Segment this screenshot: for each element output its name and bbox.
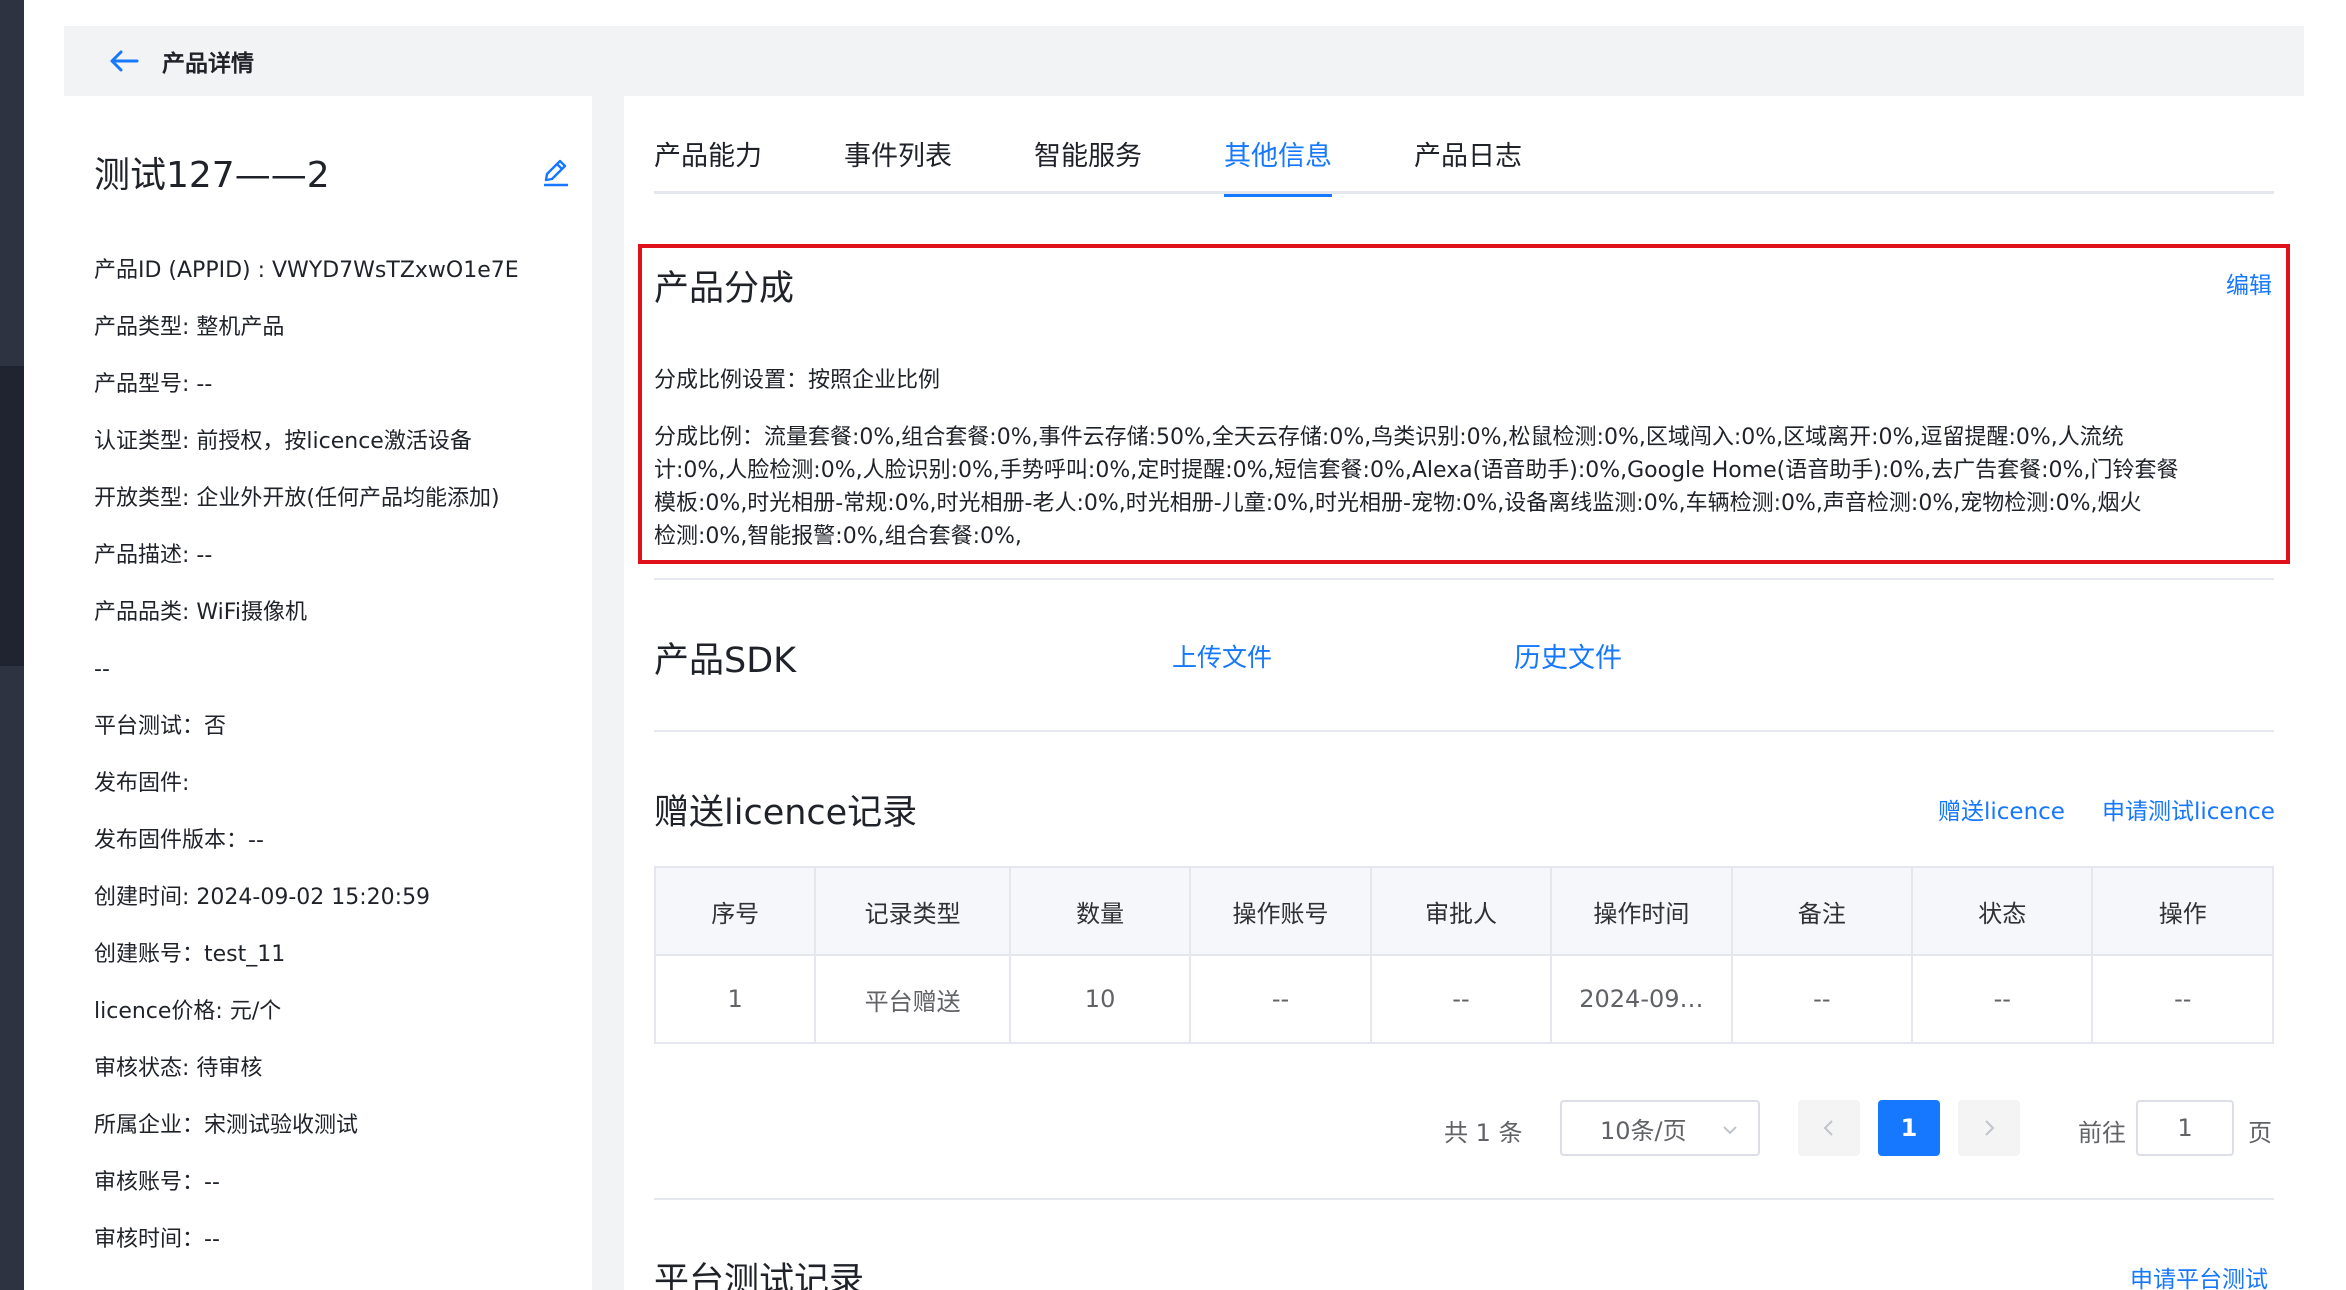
info-product-type: 产品类型: 整机产品	[94, 315, 285, 340]
licence-title: 赠送licence记录	[654, 793, 918, 833]
cell-record-type: 平台赠送	[814, 954, 1011, 1044]
col-action: 操作	[2091, 866, 2274, 956]
pagination-total: 共 1 条	[1444, 1119, 1523, 1147]
revenue-ratio-line-4: 检测:0%,智能报警:0%,组合套餐:0%,	[654, 524, 1022, 549]
tab-product-log[interactable]: 产品日志	[1414, 134, 1522, 194]
info-licence-price: licence价格: 元/个	[94, 999, 282, 1024]
page-size-value: 10条/页	[1600, 1116, 1687, 1145]
chevron-right-icon	[1985, 1120, 1995, 1136]
cell-action: --	[2091, 954, 2274, 1044]
info-open-type: 开放类型: 企业外开放(任何产品均能添加)	[94, 486, 500, 511]
tab-events[interactable]: 事件列表	[844, 134, 952, 194]
info-review-time: 审核时间：--	[94, 1227, 220, 1252]
info-description: 产品描述: --	[94, 543, 213, 568]
col-index: 序号	[653, 866, 817, 956]
back-arrow-icon[interactable]	[104, 41, 144, 81]
cell-operate-time: 2024-09…	[1550, 954, 1733, 1044]
product-summary-panel: 测试127——2 产品ID (APPID) : VWYD7WsTZxwO1e7E…	[64, 96, 604, 1290]
tab-capability[interactable]: 产品能力	[654, 134, 762, 194]
info-reviewer: 审核账号：--	[94, 1170, 220, 1195]
page-unit-label: 页	[2248, 1119, 2272, 1147]
goto-page-input[interactable]	[2136, 1100, 2234, 1156]
app-side-edge	[0, 0, 24, 1290]
divider-revenue	[654, 578, 2274, 580]
cell-quantity: 10	[1008, 954, 1192, 1044]
apply-platform-test-link[interactable]: 申请平台测试	[2130, 1260, 2268, 1290]
info-company: 所属企业：宋测试验收测试	[94, 1113, 359, 1138]
sdk-history-link[interactable]: 历史文件	[1514, 636, 1622, 675]
info-review-status: 审核状态: 待审核	[94, 1056, 263, 1081]
col-remark: 备注	[1730, 866, 1914, 956]
detail-main-panel: 产品能力 事件列表 智能服务 其他信息 产品日志 产品分成 编辑 分成比例设置：…	[624, 96, 2304, 1290]
divider-sdk	[654, 730, 2274, 732]
cell-operator: --	[1189, 954, 1372, 1044]
table-row: 1 平台赠送 10 -- -- 2024-09… -- -- --	[653, 954, 2274, 1044]
revenue-ratio-line-1: 分成比例：流量套餐:0%,组合套餐:0%,事件云存储:50%,全天云存储:0%,…	[654, 425, 2124, 450]
edit-pencil-icon[interactable]	[540, 156, 572, 188]
revenue-edit-link[interactable]: 编辑	[2226, 266, 2272, 300]
panel-gap	[604, 96, 624, 1290]
divider-licence	[654, 1198, 2274, 1200]
revenue-setting: 分成比例设置：按照企业比例	[654, 368, 941, 393]
cell-status: --	[1911, 954, 2094, 1044]
prev-page-button[interactable]	[1798, 1100, 1860, 1156]
info-created-time: 创建时间: 2024-09-02 15:20:59	[94, 885, 431, 910]
col-approver: 审批人	[1369, 866, 1553, 956]
info-firmware: 发布固件:	[94, 771, 190, 796]
next-page-button[interactable]	[1958, 1100, 2020, 1156]
tab-bar: 产品能力 事件列表 智能服务 其他信息 产品日志	[654, 134, 2274, 197]
chevron-left-icon	[1823, 1120, 1833, 1136]
give-licence-link[interactable]: 赠送licence	[1938, 792, 2065, 826]
page-header: 产品详情	[64, 26, 2304, 96]
col-operate-time: 操作时间	[1550, 866, 1733, 956]
cell-approver: --	[1369, 954, 1553, 1044]
goto-label: 前往	[2078, 1119, 2126, 1147]
page-number-current[interactable]: 1	[1878, 1100, 1940, 1156]
info-category: 产品品类: WiFi摄像机	[94, 600, 307, 625]
sdk-upload-link[interactable]: 上传文件	[1172, 638, 1272, 674]
tab-other-info[interactable]: 其他信息	[1224, 134, 1332, 197]
apply-test-licence-link[interactable]: 申请测试licence	[2102, 792, 2275, 826]
revenue-ratio-line-2: 计:0%,人脸检测:0%,人脸识别:0%,手势呼叫:0%,定时提醒:0%,短信套…	[654, 458, 2179, 483]
info-placeholder: --	[94, 657, 110, 682]
tab-smart-service[interactable]: 智能服务	[1034, 134, 1142, 194]
cell-remark: --	[1730, 954, 1914, 1044]
platform-test-title: 平台测试记录	[654, 1261, 865, 1290]
cell-index: 1	[653, 954, 817, 1044]
sdk-title: 产品SDK	[654, 641, 797, 681]
col-status: 状态	[1911, 866, 2094, 956]
table-header-row: 序号 记录类型 数量 操作账号 审批人 操作时间 备注 状态 操作	[653, 866, 2274, 956]
info-model: 产品型号: --	[94, 372, 213, 397]
page-size-select[interactable]: 10条/页	[1560, 1100, 1760, 1156]
col-operator: 操作账号	[1189, 866, 1372, 956]
info-auth-type: 认证类型: 前授权，按licence激活设备	[94, 429, 472, 454]
info-firmware-version: 发布固件版本：--	[94, 828, 264, 853]
page-title: 产品详情	[162, 51, 254, 77]
chevron-down-icon	[1720, 1118, 1740, 1146]
licence-record-table: 序号 记录类型 数量 操作账号 审批人 操作时间 备注 状态 操作 1 平台赠送…	[653, 866, 2274, 1044]
col-quantity: 数量	[1008, 866, 1192, 956]
app-side-shade	[0, 366, 24, 666]
info-appid: 产品ID (APPID) : VWYD7WsTZxwO1e7E	[94, 258, 519, 283]
revenue-title: 产品分成	[654, 269, 795, 309]
product-info-list: 产品ID (APPID) : VWYD7WsTZxwO1e7E 产品类型: 整机…	[94, 256, 594, 1282]
product-name: 测试127——2	[94, 155, 330, 196]
col-record-type: 记录类型	[814, 866, 1011, 956]
info-platform-test: 平台测试：否	[94, 714, 227, 739]
info-creator: 创建账号：test_11	[94, 942, 286, 967]
revenue-ratio-line-3: 模板:0%,时光相册-常规:0%,时光相册-老人:0%,时光相册-儿童:0%,时…	[654, 491, 2142, 516]
